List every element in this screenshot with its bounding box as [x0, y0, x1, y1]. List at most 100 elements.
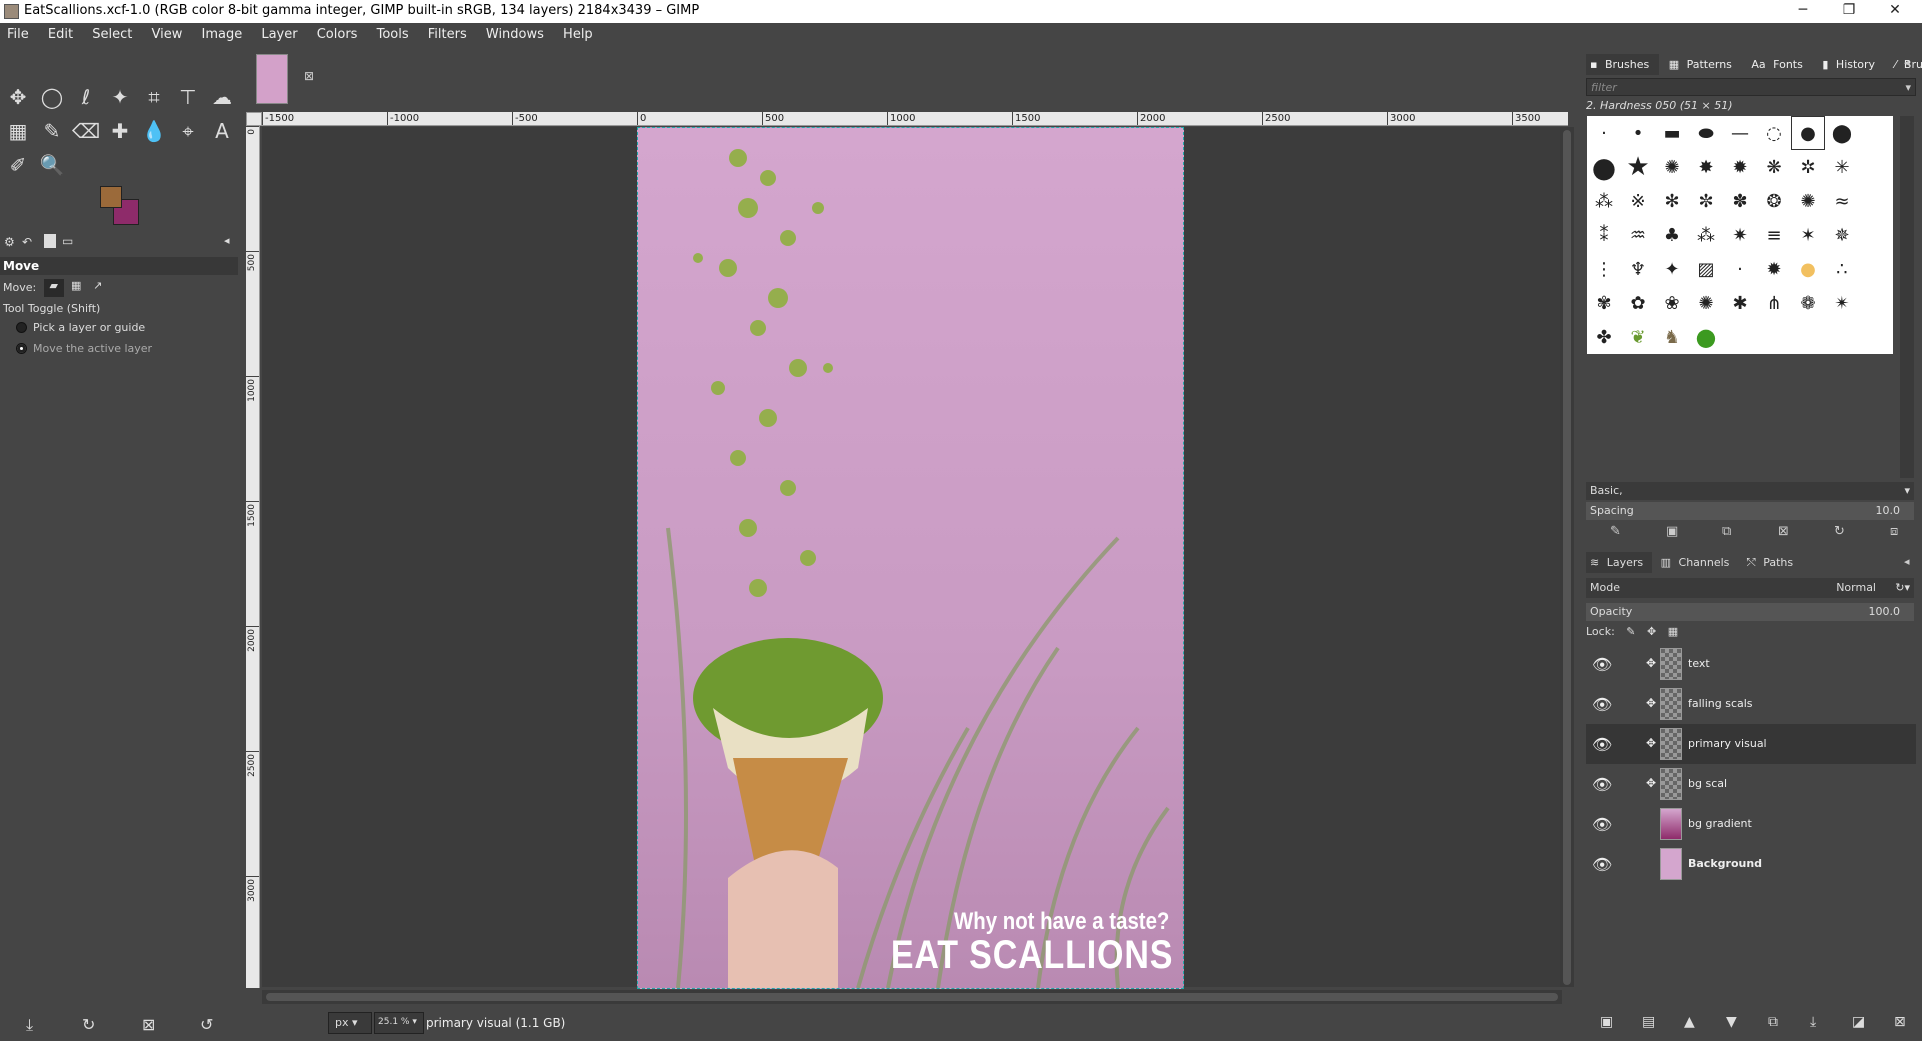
- option-move-active[interactable]: Move the active layer: [16, 342, 152, 355]
- menu-edit[interactable]: Edit: [41, 23, 81, 42]
- brush-cell[interactable]: ✴: [1825, 286, 1859, 320]
- visibility-eye-icon[interactable]: 👁: [1592, 695, 1612, 714]
- brush-cell[interactable]: ∴: [1825, 252, 1859, 286]
- brush-cell[interactable]: ✺: [1791, 184, 1825, 218]
- horizontal-ruler[interactable]: -1500 -1000 -500 0 500 1000 1500 2000 25…: [262, 112, 1568, 126]
- tab-history[interactable]: ▮ History: [1818, 54, 1885, 75]
- menu-file[interactable]: File: [0, 23, 37, 42]
- brush-cell[interactable]: ✳: [1825, 150, 1859, 184]
- crop-icon[interactable]: ⌗: [139, 82, 169, 112]
- close-image-tab-icon[interactable]: ⊠: [304, 70, 316, 82]
- close-window-button[interactable]: ✕: [1872, 0, 1918, 23]
- brush-cell[interactable]: ✻: [1655, 184, 1689, 218]
- brush-filter-input[interactable]: filter ▾: [1586, 78, 1916, 96]
- brush-cell[interactable]: ⋔: [1757, 286, 1791, 320]
- foreground-color-swatch[interactable]: [100, 186, 122, 208]
- transform-icon[interactable]: ⊤: [173, 82, 203, 112]
- brush-cell[interactable]: ⬬: [1689, 116, 1723, 150]
- undo-tab-icon[interactable]: ↶: [22, 235, 32, 249]
- menu-view[interactable]: View: [144, 23, 190, 42]
- brush-cell[interactable]: ✹: [1757, 252, 1791, 286]
- radio-pick-layer[interactable]: [16, 322, 27, 333]
- layer-mode-select[interactable]: Mode Normal ↻▾: [1586, 578, 1914, 598]
- brush-cell[interactable]: ✦: [1655, 252, 1689, 286]
- brush-cell[interactable]: ✺: [1689, 286, 1723, 320]
- layer-opacity-slider[interactable]: Opacity 100.0: [1586, 603, 1914, 621]
- link-chain-icon[interactable]: ✥: [1646, 656, 1656, 670]
- new-brush-icon[interactable]: ▣: [1666, 524, 1678, 539]
- layers-dock-configure-icon[interactable]: ◂: [1904, 555, 1910, 568]
- brush-cell[interactable]: ⋮: [1587, 252, 1621, 286]
- menu-select[interactable]: Select: [85, 23, 140, 42]
- mask-layer-icon[interactable]: ◪: [1852, 1014, 1865, 1030]
- brush-cell[interactable]: ⁑: [1587, 218, 1621, 252]
- brush-cell[interactable]: ✷: [1723, 218, 1757, 252]
- brush-cell[interactable]: ♆: [1621, 252, 1655, 286]
- eraser-icon[interactable]: ⌫: [71, 116, 101, 146]
- layer-row[interactable]: 👁 Background: [1586, 844, 1916, 884]
- layer-row[interactable]: 👁 bg gradient: [1586, 804, 1916, 844]
- tab-channels[interactable]: ▥ Channels: [1657, 552, 1739, 573]
- brush-cell[interactable]: ❦: [1621, 320, 1655, 354]
- text-tool-icon[interactable]: A: [207, 116, 237, 146]
- layer-list[interactable]: 👁 ✥ text 👁 ✥ falling scals 👁 ✥ primary v…: [1586, 644, 1916, 1004]
- move-tool-icon[interactable]: ✥: [3, 82, 33, 112]
- minimize-button[interactable]: ─: [1780, 0, 1826, 23]
- menu-filters[interactable]: Filters: [421, 23, 475, 42]
- duplicate-brush-icon[interactable]: ⧉: [1722, 524, 1731, 539]
- ruler-corner[interactable]: [246, 112, 262, 126]
- new-layer-group-icon[interactable]: ▤: [1642, 1014, 1655, 1030]
- brush-scrollbar[interactable]: [1900, 116, 1914, 478]
- zoom-select[interactable]: 25.1 % ▾: [374, 1012, 424, 1034]
- tab-layers[interactable]: ≋ Layers: [1586, 552, 1653, 573]
- brush-cell[interactable]: ✹: [1723, 150, 1757, 184]
- edit-brush-icon[interactable]: ✎: [1610, 524, 1621, 539]
- reset-options-icon[interactable]: ↺: [200, 1015, 213, 1034]
- layer-row[interactable]: 👁 ✥ text: [1586, 644, 1916, 684]
- menu-windows[interactable]: Windows: [479, 23, 552, 42]
- unit-select[interactable]: px ▾: [328, 1012, 372, 1034]
- ellipse-select-icon[interactable]: ◯: [37, 82, 67, 112]
- horizontal-scrollbar-thumb[interactable]: [266, 993, 1558, 1001]
- lock-position-icon[interactable]: ✥: [1647, 625, 1656, 638]
- brush-cell[interactable]: ≡: [1757, 218, 1791, 252]
- brush-cell[interactable]: ❁: [1791, 286, 1825, 320]
- smudge-icon[interactable]: 💧: [139, 116, 169, 146]
- brush-cell[interactable]: ✵: [1825, 218, 1859, 252]
- refresh-brushes-icon[interactable]: ↻: [1834, 524, 1845, 539]
- brush-cell[interactable]: ·: [1723, 252, 1757, 286]
- delete-options-icon[interactable]: ⊠: [142, 1015, 155, 1034]
- move-layer-icon[interactable]: ▰: [43, 279, 64, 297]
- images-tab-icon[interactable]: [44, 234, 56, 248]
- brush-cell[interactable]: ❀: [1655, 286, 1689, 320]
- image-canvas[interactable]: Why not have a taste? EAT SCALLIONS: [637, 127, 1184, 989]
- brush-cell[interactable]: ✤: [1587, 320, 1621, 354]
- move-path-icon[interactable]: ↗: [89, 279, 107, 297]
- link-chain-icon[interactable]: ✥: [1646, 696, 1656, 710]
- visibility-eye-icon[interactable]: 👁: [1592, 815, 1612, 834]
- tool-options-tab-icon[interactable]: ⚙: [4, 235, 15, 249]
- brush-cell[interactable]: ·: [1587, 116, 1621, 150]
- tab-brushes[interactable]: ▪ Brushes: [1586, 54, 1660, 75]
- brush-cell[interactable]: ◌: [1757, 116, 1791, 150]
- lock-pixels-icon[interactable]: ✎: [1626, 625, 1635, 638]
- heal-icon[interactable]: ✚: [105, 116, 135, 146]
- brush-cell[interactable]: ✲: [1791, 150, 1825, 184]
- brush-cell[interactable]: •: [1621, 116, 1655, 150]
- menu-colors[interactable]: Colors: [310, 23, 366, 42]
- brush-cell[interactable]: ✼: [1689, 184, 1723, 218]
- brush-cell[interactable]: ✸: [1689, 150, 1723, 184]
- brush-cell[interactable]: —: [1723, 116, 1757, 150]
- brush-preset-select[interactable]: Basic, ▾: [1586, 482, 1914, 500]
- brush-cell[interactable]: ▨: [1689, 252, 1723, 286]
- move-selection-icon[interactable]: ▦: [67, 279, 85, 297]
- color-picker-icon[interactable]: ✐: [3, 150, 33, 180]
- brush-cell[interactable]: ❂: [1757, 184, 1791, 218]
- brush-cell[interactable]: ⁂: [1587, 184, 1621, 218]
- brush-cell[interactable]: ⬤: [1825, 116, 1859, 150]
- menu-help[interactable]: Help: [556, 23, 601, 42]
- visibility-eye-icon[interactable]: 👁: [1592, 735, 1612, 754]
- layer-row[interactable]: 👁 ✥ bg scal: [1586, 764, 1916, 804]
- brush-cell[interactable]: ⁂: [1689, 218, 1723, 252]
- paths-icon[interactable]: ⌖: [173, 116, 203, 146]
